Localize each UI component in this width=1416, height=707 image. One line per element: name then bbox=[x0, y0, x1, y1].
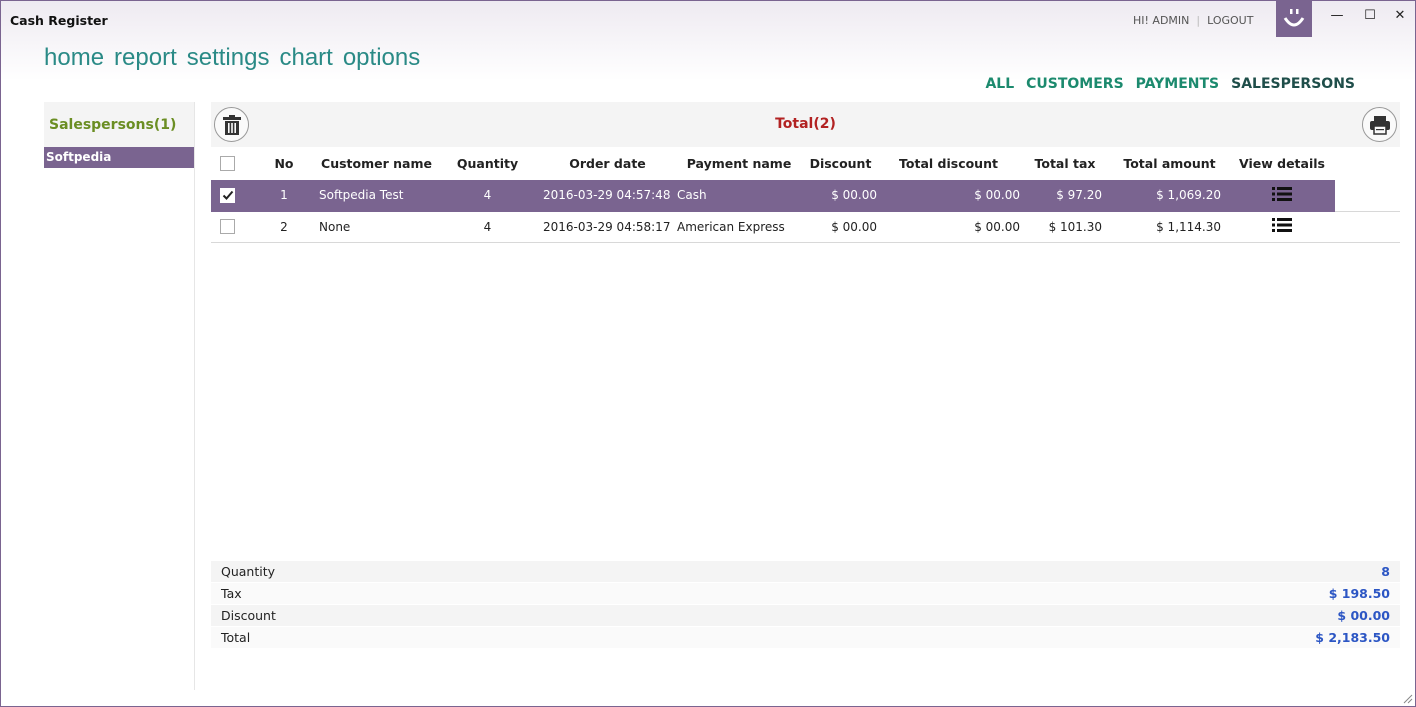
report-toolbar: Total(2) bbox=[211, 102, 1400, 147]
row-divider bbox=[1335, 242, 1400, 243]
filter-all[interactable]: ALL bbox=[985, 76, 1014, 92]
summary-tax-row: Tax $ 198.50 bbox=[211, 583, 1400, 605]
cell-discount: $ 00.00 bbox=[804, 211, 877, 243]
cell-date: 2016-03-29 04:58:17 bbox=[541, 211, 674, 243]
row-select-cell bbox=[211, 211, 249, 243]
filter-payments[interactable]: PAYMENTS bbox=[1136, 76, 1219, 92]
cell-discount: $ 00.00 bbox=[804, 180, 877, 212]
summary-total-row: Total $ 2,183.50 bbox=[211, 627, 1400, 649]
sidebar-heading: Salespersons(1) bbox=[44, 102, 194, 147]
orders-table: No Customer name Quantity Order date Pay… bbox=[211, 147, 1335, 243]
col-discount[interactable]: Discount bbox=[804, 147, 877, 180]
user-greeting: HI! ADMIN bbox=[1133, 14, 1190, 27]
maximize-icon: ☐ bbox=[1364, 7, 1376, 23]
cell-no: 2 bbox=[249, 211, 319, 243]
row-divider bbox=[1335, 211, 1400, 212]
cell-total-discount: $ 00.00 bbox=[877, 211, 1020, 243]
cell-payment: American Express bbox=[674, 211, 804, 243]
summary-panel: Quantity 8 Tax $ 198.50 Discount $ 00.00… bbox=[211, 561, 1400, 649]
list-details-icon[interactable] bbox=[1272, 218, 1292, 235]
nav-chart[interactable]: chart bbox=[279, 44, 332, 72]
sidebar-item-softpedia[interactable]: Softpedia bbox=[44, 147, 194, 168]
total-count-label: Total(2) bbox=[775, 116, 836, 132]
checkmark-icon bbox=[222, 191, 233, 201]
summary-value: 8 bbox=[1381, 564, 1390, 579]
select-all-checkbox[interactable] bbox=[220, 156, 235, 171]
close-button[interactable]: ✕ bbox=[1388, 5, 1412, 25]
minimize-button[interactable]: — bbox=[1325, 5, 1349, 25]
main-nav: home report settings chart options bbox=[44, 44, 420, 72]
col-view-details[interactable]: View details bbox=[1229, 147, 1335, 180]
cell-total-discount: $ 00.00 bbox=[877, 180, 1020, 212]
smiley-avatar-icon bbox=[1276, 1, 1312, 37]
nav-options[interactable]: options bbox=[343, 44, 420, 72]
orders-table-wrap: No Customer name Quantity Order date Pay… bbox=[211, 147, 1400, 243]
resize-grip-icon[interactable] bbox=[1401, 692, 1413, 704]
table-header-row: No Customer name Quantity Order date Pay… bbox=[211, 147, 1335, 180]
col-customer-name[interactable]: Customer name bbox=[319, 147, 434, 180]
window-title: Cash Register bbox=[10, 13, 108, 28]
report-filters: ALL CUSTOMERS PAYMENTS SALESPERSONS bbox=[985, 76, 1355, 92]
summary-label: Total bbox=[221, 630, 251, 645]
cell-view-details bbox=[1229, 180, 1335, 212]
user-separator: | bbox=[1196, 14, 1201, 27]
print-button[interactable] bbox=[1362, 107, 1397, 142]
cell-payment: Cash bbox=[674, 180, 804, 212]
app-window: Cash Register HI! ADMIN | LOGOUT — ☐ ✕ h… bbox=[0, 0, 1416, 707]
nav-settings[interactable]: settings bbox=[187, 44, 270, 72]
filter-salespersons[interactable]: SALESPERSONS bbox=[1231, 76, 1355, 92]
cell-total-tax: $ 97.20 bbox=[1020, 180, 1110, 212]
summary-label: Tax bbox=[221, 586, 242, 601]
user-area: HI! ADMIN | LOGOUT bbox=[1133, 14, 1253, 27]
cell-date: 2016-03-29 04:57:48 bbox=[541, 180, 674, 212]
cell-customer: None bbox=[319, 211, 434, 243]
cell-customer: Softpedia Test bbox=[319, 180, 434, 212]
filter-customers[interactable]: CUSTOMERS bbox=[1026, 76, 1124, 92]
cell-view-details bbox=[1229, 211, 1335, 243]
nav-report[interactable]: report bbox=[114, 44, 177, 72]
col-payment-name[interactable]: Payment name bbox=[674, 147, 804, 180]
nav-home[interactable]: home bbox=[44, 44, 104, 72]
table-row[interactable]: 2 None 4 2016-03-29 04:58:17 American Ex… bbox=[211, 211, 1335, 243]
logout-link[interactable]: LOGOUT bbox=[1207, 14, 1253, 27]
cell-total-tax: $ 101.30 bbox=[1020, 211, 1110, 243]
summary-discount-row: Discount $ 00.00 bbox=[211, 605, 1400, 627]
cell-quantity: 4 bbox=[434, 180, 541, 212]
table-row[interactable]: 1 Softpedia Test 4 2016-03-29 04:57:48 C… bbox=[211, 180, 1335, 212]
col-quantity[interactable]: Quantity bbox=[434, 147, 541, 180]
row-checkbox[interactable] bbox=[220, 219, 235, 234]
summary-label: Quantity bbox=[221, 564, 276, 579]
row-checkbox[interactable] bbox=[220, 187, 235, 203]
col-order-date[interactable]: Order date bbox=[541, 147, 674, 180]
select-all-cell bbox=[211, 147, 249, 180]
cell-no: 1 bbox=[249, 180, 319, 212]
salesperson-sidebar: Salespersons(1) Softpedia bbox=[44, 102, 195, 690]
printer-icon bbox=[1369, 115, 1390, 135]
summary-value: $ 00.00 bbox=[1337, 608, 1390, 623]
cell-quantity: 4 bbox=[434, 211, 541, 243]
list-details-icon[interactable] bbox=[1272, 186, 1292, 204]
summary-quantity-row: Quantity 8 bbox=[211, 561, 1400, 583]
summary-label: Discount bbox=[221, 608, 276, 623]
cell-total-amount: $ 1,069.20 bbox=[1110, 180, 1229, 212]
summary-value: $ 198.50 bbox=[1328, 586, 1390, 601]
close-icon: ✕ bbox=[1394, 7, 1406, 23]
col-no[interactable]: No bbox=[249, 147, 319, 180]
cell-total-amount: $ 1,114.30 bbox=[1110, 211, 1229, 243]
summary-value: $ 2,183.50 bbox=[1315, 630, 1390, 645]
col-total-discount[interactable]: Total discount bbox=[877, 147, 1020, 180]
row-select-cell bbox=[211, 180, 249, 212]
maximize-button[interactable]: ☐ bbox=[1358, 5, 1382, 25]
col-total-amount[interactable]: Total amount bbox=[1110, 147, 1229, 180]
minimize-icon: — bbox=[1330, 7, 1344, 23]
col-total-tax[interactable]: Total tax bbox=[1020, 147, 1110, 180]
